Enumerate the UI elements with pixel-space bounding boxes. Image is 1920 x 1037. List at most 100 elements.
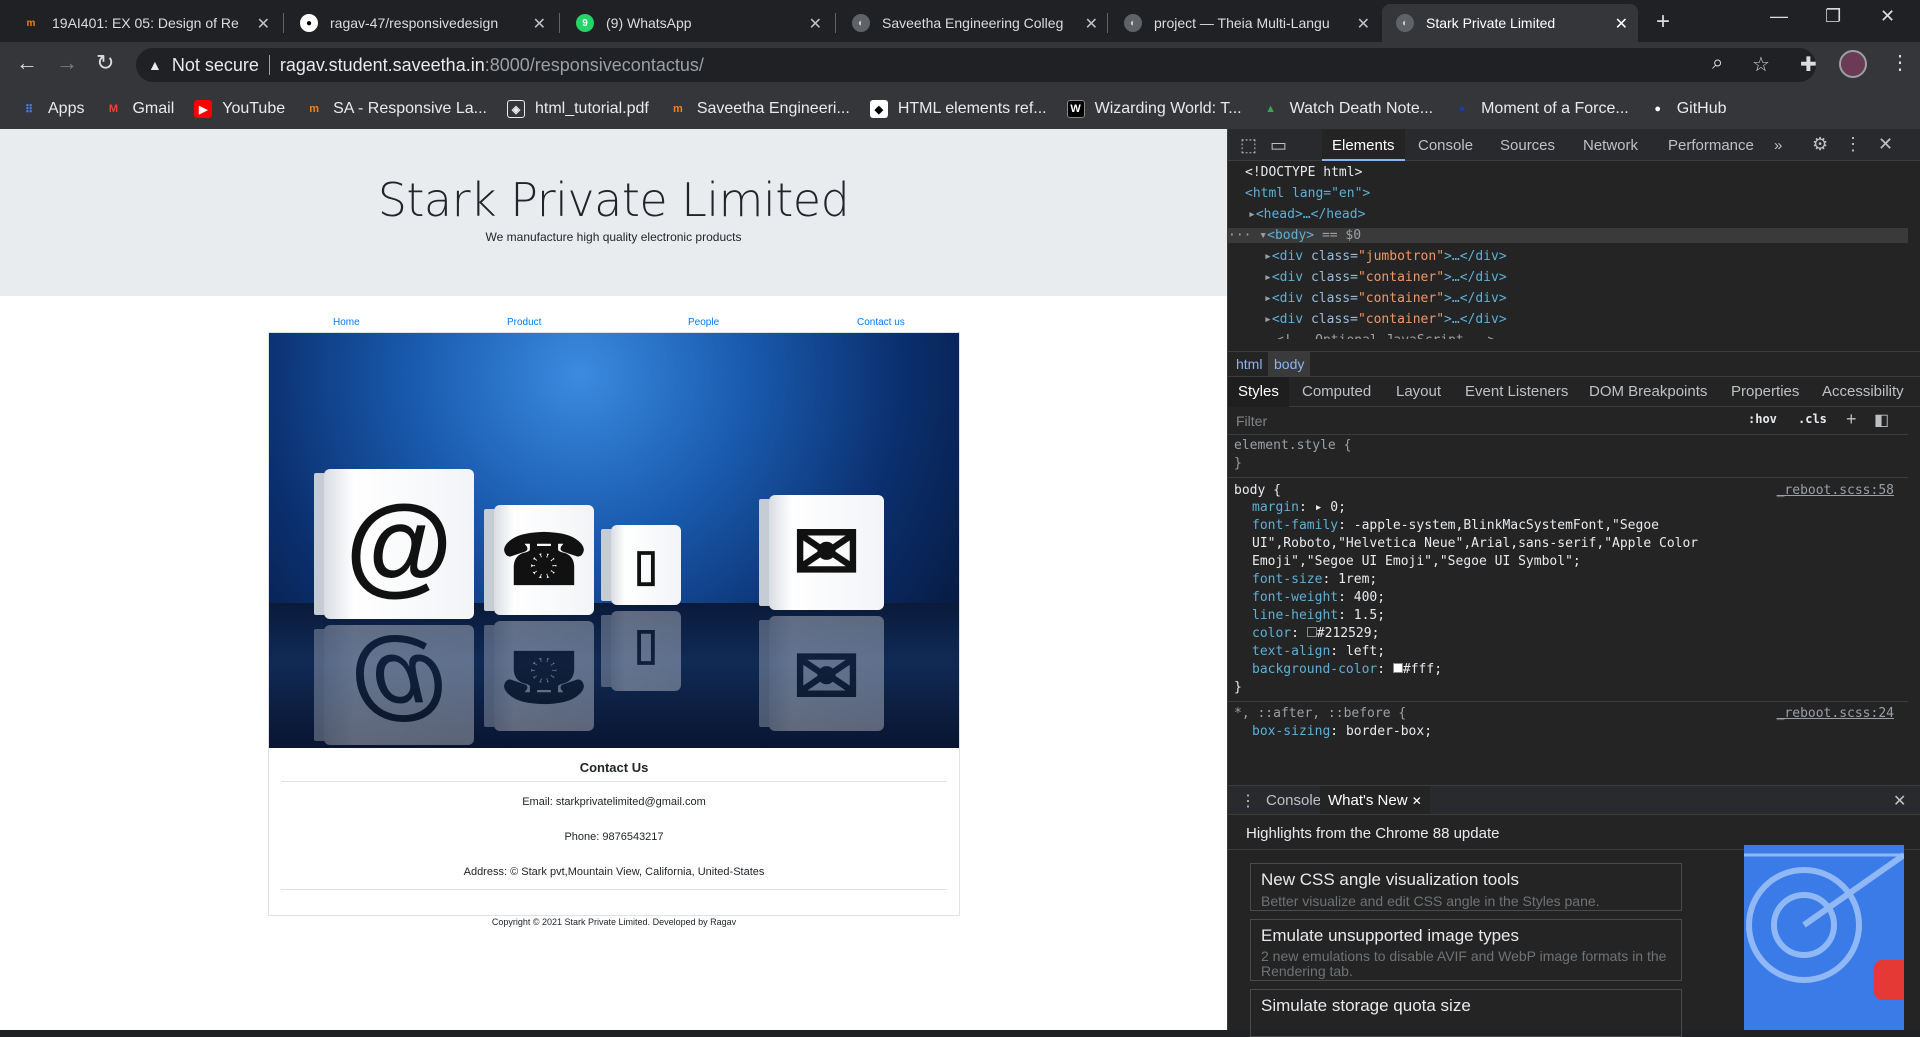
close-icon[interactable]: ✕ <box>809 14 822 34</box>
bookmark-html-elements[interactable]: ◆ HTML elements ref... <box>869 100 1047 118</box>
whats-new-card[interactable]: Emulate unsupported image types 2 new em… <box>1250 919 1682 981</box>
dom-div-container[interactable]: ▸<div class="container">…</div> <box>1264 270 1507 285</box>
bookmark-github[interactable]: ● GitHub <box>1649 100 1726 118</box>
dom-div-container[interactable]: ▸<div class="container">…</div> <box>1264 312 1507 327</box>
nav-people[interactable]: People <box>688 317 719 328</box>
tab-elements[interactable]: Elements <box>1322 129 1405 161</box>
css-prop-text-align[interactable]: text-align: left; <box>1252 643 1385 661</box>
nav-contact-us[interactable]: Contact us <box>857 317 905 328</box>
css-prop-font-size[interactable]: font-size: 1rem; <box>1252 571 1377 589</box>
tagline: We manufacture high quality electronic p… <box>485 230 742 244</box>
body-selector[interactable]: body { <box>1234 482 1281 500</box>
css-prop-line-height[interactable]: line-height: 1.5; <box>1252 607 1385 625</box>
bookmark-moment-force[interactable]: ● Moment of a Force... <box>1453 100 1629 118</box>
close-drawer-icon[interactable]: ✕ <box>1893 791 1906 811</box>
css-prop-margin[interactable]: margin: ▸ 0; <box>1252 499 1892 517</box>
dom-head[interactable]: ▸<head>…</head> <box>1248 207 1365 222</box>
drawer-tab-console[interactable]: Console <box>1266 792 1321 809</box>
tab-console[interactable]: Console <box>1418 137 1473 154</box>
css-prop-font-family[interactable]: font-family: -apple-system,BlinkMacSyste… <box>1252 517 1792 571</box>
tab-moodle[interactable]: m 19AI401: EX 05: Design of Re ✕ <box>8 4 280 42</box>
element-style-rule[interactable]: element.style { <box>1234 437 1351 455</box>
tab-network[interactable]: Network <box>1583 137 1638 154</box>
tab-github[interactable]: ● ragav-47/responsivedesign ✕ <box>286 4 556 42</box>
forward-icon[interactable]: → <box>56 50 78 76</box>
tab-properties[interactable]: Properties <box>1731 383 1799 400</box>
tab-accessibility[interactable]: Accessibility <box>1822 383 1904 400</box>
color-swatch[interactable] <box>1392 663 1403 673</box>
avatar[interactable] <box>1839 50 1867 78</box>
crumb-body[interactable]: body <box>1268 352 1311 376</box>
hov-toggle[interactable]: :hov <box>1748 412 1777 426</box>
close-icon[interactable]: ✕ <box>533 14 546 34</box>
close-window-icon[interactable]: ✕ <box>1880 6 1895 27</box>
close-icon[interactable]: ✕ <box>1878 134 1893 155</box>
gear-icon[interactable]: ⚙ <box>1812 134 1828 155</box>
tab-event-listeners[interactable]: Event Listeners <box>1465 383 1568 400</box>
reload-icon[interactable]: ↻ <box>96 50 114 76</box>
filter-input[interactable]: Filter <box>1236 413 1267 429</box>
nav-home[interactable]: Home <box>333 317 360 328</box>
tab-layout[interactable]: Layout <box>1396 383 1441 400</box>
close-icon[interactable]: ✕ <box>1357 14 1370 34</box>
css-prop-font-weight[interactable]: font-weight: 400; <box>1252 589 1385 607</box>
tab-stark-active[interactable]: ◐ Stark Private Limited ✕ <box>1382 4 1638 42</box>
dom-doctype[interactable]: <!DOCTYPE html> <box>1245 165 1362 180</box>
security-label[interactable]: Not secure <box>172 55 259 76</box>
extensions-icon[interactable]: ✚ <box>1800 52 1817 77</box>
universal-selector[interactable]: *, ::after, ::before { <box>1234 705 1406 723</box>
dom-body[interactable]: ··· ▾<body> == $0 <box>1228 228 1908 243</box>
inspect-icon[interactable]: ⬚ <box>1240 135 1257 156</box>
dom-div-container[interactable]: ▸<div class="container">…</div> <box>1264 291 1507 306</box>
bookmark-death-note[interactable]: ▲ Watch Death Note... <box>1262 100 1433 118</box>
more-tabs-icon[interactable]: » <box>1774 137 1782 154</box>
bookmark-html-tutorial[interactable]: ◈ html_tutorial.pdf <box>506 100 649 118</box>
bookmark-wizarding-world[interactable]: W Wizarding World: T... <box>1066 100 1242 118</box>
maximize-icon[interactable]: ❐ <box>1825 6 1841 27</box>
color-swatch[interactable] <box>1306 627 1317 637</box>
source-link[interactable]: _reboot.scss:24 <box>1777 705 1894 723</box>
star-icon[interactable]: ☆ <box>1752 52 1770 77</box>
tab-sources[interactable]: Sources <box>1500 137 1555 154</box>
menu-icon[interactable]: ⋮ <box>1890 50 1910 75</box>
kebab-icon[interactable]: ⋮ <box>1844 134 1862 155</box>
css-prop-color[interactable]: color: #212529; <box>1252 625 1379 643</box>
dom-html[interactable]: <html lang="en"> <box>1245 186 1370 201</box>
tab-theia[interactable]: ◐ project — Theia Multi-Langu ✕ <box>1110 4 1380 42</box>
close-icon[interactable]: ✕ <box>1412 794 1422 808</box>
source-link[interactable]: _reboot.scss:58 <box>1777 482 1894 500</box>
back-icon[interactable]: ← <box>16 50 38 76</box>
close-icon[interactable]: ✕ <box>1085 14 1098 34</box>
tab-performance[interactable]: Performance <box>1668 137 1754 154</box>
tab-whatsapp[interactable]: 9 (9) WhatsApp ✕ <box>562 4 832 42</box>
bookmark-youtube[interactable]: ▶ YouTube <box>194 100 285 118</box>
address-bar[interactable]: ▲ Not secure ragav.student.saveetha.in:8… <box>136 48 1816 82</box>
zoom-icon[interactable]: ⌕ <box>1712 52 1723 75</box>
close-icon[interactable]: ✕ <box>1615 14 1628 34</box>
promo-image[interactable] <box>1744 845 1904 1030</box>
tab-dom-breakpoints[interactable]: DOM Breakpoints <box>1589 383 1707 400</box>
bookmark-gmail[interactable]: M Gmail <box>104 100 174 118</box>
nav-product[interactable]: Product <box>507 317 541 328</box>
bookmark-saveetha[interactable]: m Saveetha Engineeri... <box>669 100 850 118</box>
css-prop-background-color[interactable]: background-color: #fff; <box>1252 661 1442 679</box>
drawer-tab-whats-new[interactable]: What's New ✕ <box>1320 786 1430 814</box>
minimize-icon[interactable]: — <box>1770 6 1788 27</box>
bookmark-sa-responsive[interactable]: m SA - Responsive La... <box>305 100 487 118</box>
whats-new-card[interactable]: New CSS angle visualization tools Better… <box>1250 863 1682 911</box>
css-prop-box-sizing[interactable]: box-sizing: border-box; <box>1252 723 1432 741</box>
dom-div-jumbotron[interactable]: ▸<div class="jumbotron">…</div> <box>1264 249 1507 264</box>
cls-toggle[interactable]: .cls <box>1798 412 1827 426</box>
device-toolbar-icon[interactable]: ▭ <box>1270 135 1287 156</box>
bookmark-apps[interactable]: ⠿ Apps <box>20 100 85 118</box>
close-icon[interactable]: ✕ <box>257 14 270 34</box>
sidebar-toggle-icon[interactable]: ◧ <box>1874 410 1889 430</box>
crumb-html[interactable]: html <box>1236 356 1262 372</box>
new-tab-icon[interactable]: + <box>1656 8 1670 36</box>
add-rule-icon[interactable]: + <box>1846 409 1857 430</box>
warning-icon[interactable]: ▲ <box>148 57 162 73</box>
tab-saveetha[interactable]: ◐ Saveetha Engineering Colleg ✕ <box>838 4 1108 42</box>
drawer-menu-icon[interactable]: ⋮ <box>1240 791 1256 811</box>
tab-styles[interactable]: Styles <box>1228 377 1289 407</box>
tab-computed[interactable]: Computed <box>1302 383 1371 400</box>
